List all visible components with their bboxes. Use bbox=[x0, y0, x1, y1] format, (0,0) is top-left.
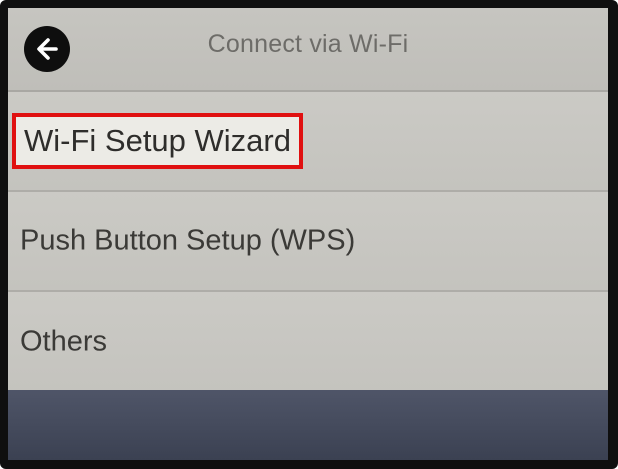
device-bezel: Connect via Wi-Fi Wi-Fi Setup Wizard Pus… bbox=[0, 0, 618, 469]
screen-header: Connect via Wi-Fi bbox=[8, 8, 608, 92]
page-title: Connect via Wi-Fi bbox=[207, 30, 409, 58]
footer-bar bbox=[8, 390, 608, 460]
menu-item-wifi-setup-wizard[interactable]: Wi-Fi Setup Wizard bbox=[8, 92, 608, 192]
printer-screen: Connect via Wi-Fi Wi-Fi Setup Wizard Pus… bbox=[8, 8, 608, 460]
menu-item-push-button-setup[interactable]: Push Button Setup (WPS) bbox=[8, 192, 608, 292]
menu-item-label: Wi-Fi Setup Wizard bbox=[12, 113, 303, 169]
menu-item-label: Others bbox=[20, 325, 108, 358]
menu-list: Wi-Fi Setup Wizard Push Button Setup (WP… bbox=[8, 92, 608, 394]
menu-item-label: Push Button Setup (WPS) bbox=[20, 224, 356, 257]
menu-item-others[interactable]: Others bbox=[8, 292, 608, 394]
